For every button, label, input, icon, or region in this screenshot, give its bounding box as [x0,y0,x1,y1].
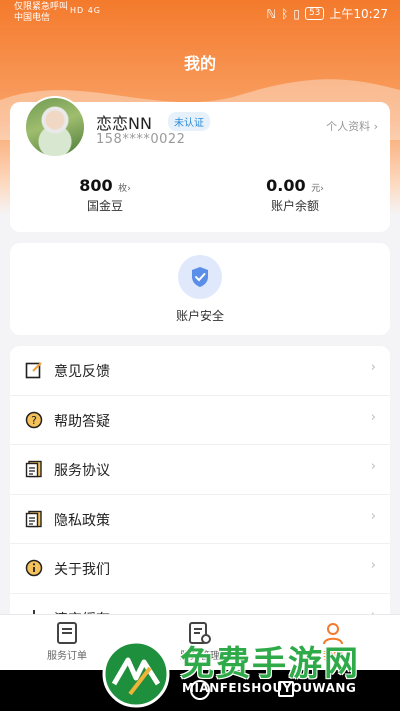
tab-label-service-orders: 服务订单 [47,651,87,662]
document-icon [25,460,42,478]
back-icon[interactable] [108,682,121,698]
verify-status-badge[interactable]: 未认证 [168,112,210,131]
stat-beans[interactable]: 800 枚› 国金豆 [10,176,200,214]
chevron-right-icon: › [320,184,324,194]
menu-label-privacy-policy: 隐私政策 [54,512,110,529]
menu-item-privacy-policy[interactable]: 隐私政策 › [10,495,390,544]
home-icon[interactable] [190,680,210,700]
status-bar: 仅限紧急呼叫 中国电信 HD 4G ℕ ᛒ ▯ 53 上午10:27 [0,0,400,28]
carrier-line-1: 仅限紧急呼叫 [14,2,69,12]
service-settings-icon [189,622,211,644]
stat-balance-value: 0.00 [266,176,306,195]
tab-label-mine: 我的 [323,651,343,662]
menu-item-about-us[interactable]: 关于我们 › [10,544,390,594]
profile-link-label: 个人资料 [326,120,371,133]
page-title: 我的 [183,54,216,73]
recent-apps-icon[interactable] [278,681,294,697]
tab-service-orders[interactable]: 服务订单 [17,621,117,662]
tab-label-service-management: 服务管理 [180,651,220,662]
chevron-right-icon: › [370,409,376,425]
menu-item-service-agreement[interactable]: 服务协议 › [10,445,390,495]
status-right-group: ℕ ᛒ ▯ 53 上午10:27 [267,5,388,22]
battery-indicator: 53 [304,7,325,20]
menu-label-service-agreement: 服务协议 [54,463,110,479]
nfc-icon: ℕ [266,6,277,21]
stat-beans-value: 800 [79,176,113,195]
edit-icon [25,362,42,379]
menu-label-help: 帮助答疑 [54,413,110,430]
menu-label-feedback: 意见反馈 [54,364,110,380]
username: 恋恋NN [96,114,152,133]
chevron-right-icon: › [127,184,131,194]
chevron-right-icon: › [370,459,376,474]
question-icon: ? [25,411,43,428]
account-security-card[interactable]: 账户安全 [10,243,390,335]
chevron-right-icon: › [373,120,378,133]
bottom-tab-bar: 服务订单 服务管理 我的 [0,614,400,670]
profile-detail-link[interactable]: 个人资料 › [326,118,378,134]
stat-balance-unit: 元 [311,184,321,194]
shield-check-icon [178,255,222,299]
document-icon [25,510,42,527]
info-icon [25,559,43,577]
tab-service-management[interactable]: 服务管理 [150,621,250,662]
chevron-right-icon: › [370,558,376,573]
menu-label-about-us: 关于我们 [54,562,110,578]
menu-item-help[interactable]: ? 帮助答疑 › [10,396,390,445]
svg-text:?: ? [31,414,37,427]
chevron-right-icon: › [370,360,376,375]
profile-card: 恋恋NN 未认证 158****0022 个人资料 › 800 枚› 国金豆 0… [10,96,390,232]
tab-mine[interactable]: 我的 [283,621,383,662]
menu-item-feedback[interactable]: 意见反馈 › [10,346,390,396]
chevron-right-icon: › [370,508,376,524]
user-icon [323,623,343,645]
order-icon [57,622,77,644]
stat-balance-label: 账户余额 [270,199,319,213]
stat-beans-unit: 枚 [118,184,128,194]
carrier-line-2: 中国电信 [14,13,51,23]
carrier-info: 仅限紧急呼叫 中国电信 [14,2,68,24]
stat-beans-label: 国金豆 [86,199,123,213]
avatar[interactable] [24,96,86,158]
settings-menu: 意见反馈 › ? 帮助答疑 › 服务协议 › 隐私政策 › 关于我们 › [10,346,390,626]
stat-balance[interactable]: 0.00 元› 账户余额 [200,176,390,214]
account-security-label: 账户安全 [175,309,224,323]
vibrate-icon: ▯ [293,6,300,21]
clock: 上午10:27 [329,7,388,21]
system-navigation-bar [0,670,400,711]
bluetooth-icon: ᛒ [281,6,289,21]
signal-text: HD 4G [70,6,102,15]
phone-number: 158****0022 [96,132,186,147]
